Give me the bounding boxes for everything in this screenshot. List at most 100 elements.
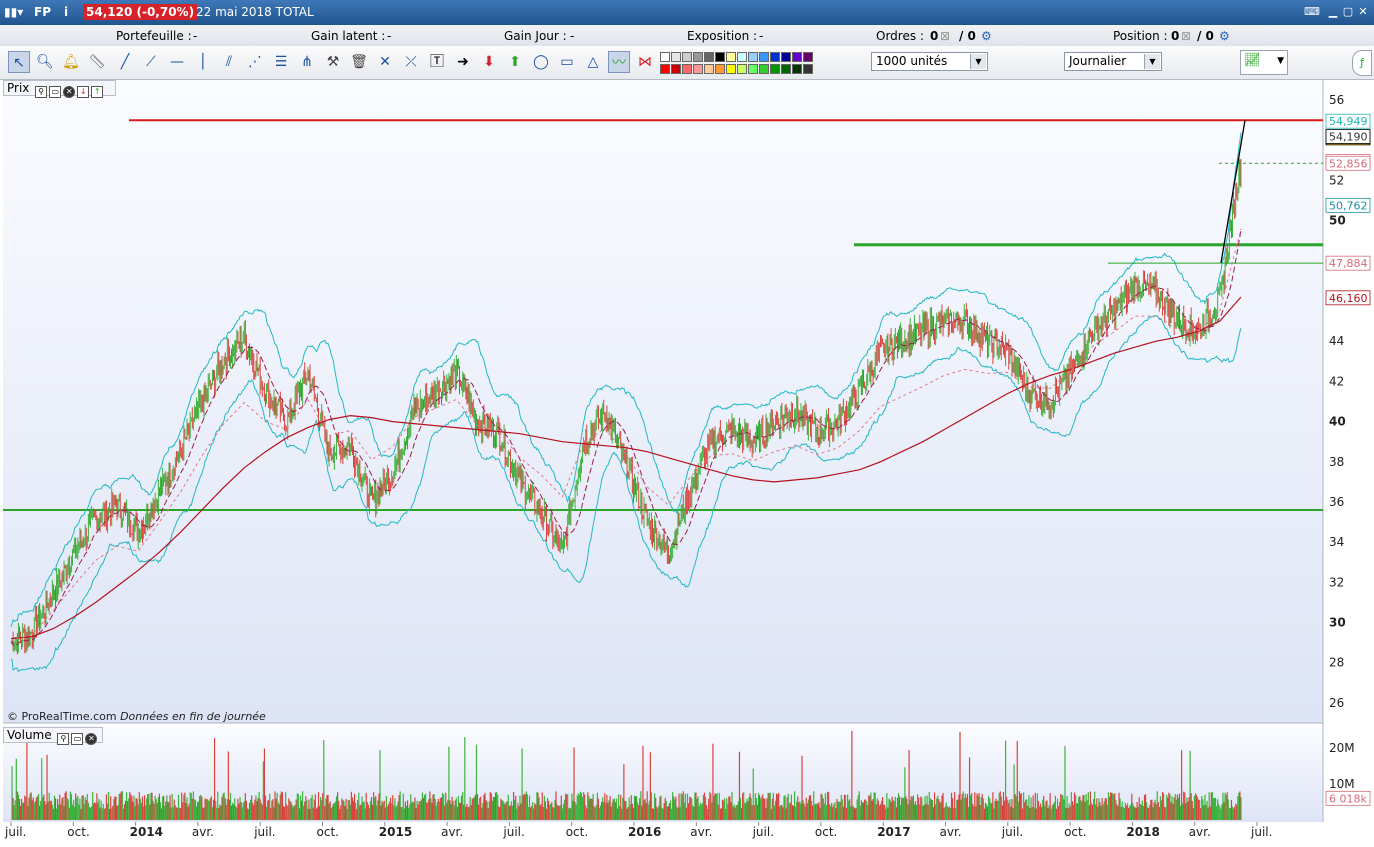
delete-icon[interactable]: 🗑︎	[348, 51, 370, 73]
horizontal-line-icon[interactable]: —	[166, 51, 188, 73]
color-swatch[interactable]	[770, 64, 780, 74]
arrow-right-icon[interactable]: ➜	[452, 51, 474, 73]
y-axis-tick-label: 44	[1329, 334, 1344, 348]
y-axis-tick-label: 50	[1329, 214, 1346, 228]
ellipse-icon[interactable]: ◯	[530, 51, 552, 73]
color-swatch[interactable]	[660, 52, 670, 62]
color-swatch[interactable]	[693, 64, 703, 74]
chevron-down-icon: ▼	[970, 54, 986, 69]
y-axis-tick-label: 26	[1329, 696, 1344, 710]
period-value: Journalier	[1069, 54, 1127, 68]
indicators-button[interactable]: 📈︎ ▼	[1240, 50, 1288, 75]
chart-type-icon[interactable]: ▮▮▾	[4, 5, 23, 19]
channel-icon[interactable]: ⫽	[218, 51, 240, 73]
vertical-line-icon[interactable]: │	[192, 51, 214, 73]
x-axis-label: avr.	[192, 825, 214, 839]
color-swatch[interactable]	[781, 52, 791, 62]
color-swatch[interactable]	[759, 52, 769, 62]
keyboard-icon[interactable]: ⌨	[1302, 6, 1322, 18]
color-swatch[interactable]	[704, 52, 714, 62]
close-panel-icon[interactable]: ✕	[85, 733, 98, 745]
tools-icon[interactable]: ⚒	[322, 51, 344, 73]
color-swatch[interactable]	[726, 64, 736, 74]
portefeuille-value: -	[193, 29, 198, 43]
color-swatch[interactable]	[748, 52, 758, 62]
price-tag-label: 46,160	[1329, 292, 1368, 305]
color-swatch[interactable]	[803, 52, 813, 62]
side-panel-toggle[interactable]: ƒ	[1352, 50, 1372, 76]
arrow-down-icon[interactable]: ⬇	[478, 51, 500, 73]
andrews-fork-icon[interactable]: ⋔	[296, 51, 318, 73]
color-palette[interactable]	[660, 52, 816, 76]
wrench-icon[interactable]: ⚲	[35, 86, 48, 98]
y-axis-tick-label: 56	[1329, 93, 1344, 107]
color-swatch[interactable]	[682, 52, 692, 62]
quantity-select[interactable]: 1000 unités ▼	[871, 52, 988, 71]
parallel-icon[interactable]: ⤫	[400, 51, 422, 73]
ordres-cancel-icon[interactable]: ⊠	[940, 29, 950, 43]
exposition-label: Exposition :	[687, 29, 758, 43]
period-select[interactable]: Journalier ▼	[1064, 52, 1162, 71]
triangle-icon[interactable]: △	[582, 51, 604, 73]
close-panel-icon[interactable]: ✕	[63, 86, 76, 98]
arrow-up-icon[interactable]: ⬆	[504, 51, 526, 73]
text-icon[interactable]: 🅃	[426, 51, 448, 73]
color-swatch[interactable]	[682, 64, 692, 74]
chart-area[interactable]: 56525044424038363432302826 54,94954,1205…	[3, 80, 1371, 844]
color-swatch[interactable]	[781, 64, 791, 74]
price-chart[interactable]: 56525044424038363432302826 54,94954,1205…	[3, 80, 1371, 844]
candle-pattern-icon[interactable]: ⋈	[634, 51, 656, 73]
ordres-label: Ordres :	[876, 29, 924, 43]
color-swatch[interactable]	[792, 52, 802, 62]
position-cancel-icon[interactable]: ⊠	[1181, 29, 1191, 43]
alert-bell-icon[interactable]: 🔔︎	[60, 51, 82, 73]
trend-indicator-icon[interactable]: 〰	[608, 51, 630, 73]
zoom-icon[interactable]: 🔍︎	[34, 51, 56, 73]
x-axis-label: 2016	[628, 825, 661, 839]
x-axis-label: juil.	[1001, 825, 1023, 839]
price-change-badge: 54,120 (-0,70%)	[83, 4, 198, 20]
maximize-icon[interactable]: ▢	[1342, 6, 1354, 18]
quantity-value: 1000 unités	[876, 54, 948, 68]
move-up-icon[interactable]: ↑	[91, 86, 104, 98]
window-icon[interactable]: ▭	[49, 86, 62, 98]
rectangle-icon[interactable]: ▭	[556, 51, 578, 73]
info-icon[interactable]: i	[64, 5, 68, 19]
close-icon[interactable]: ✕	[1357, 6, 1369, 18]
ruler-icon[interactable]: 📏︎	[86, 51, 108, 73]
pointer-icon[interactable]: ↖	[8, 51, 30, 73]
fibonacci-fan-icon[interactable]: ⋰	[244, 51, 266, 73]
fibonacci-retracement-icon[interactable]: ☰	[270, 51, 292, 73]
color-swatch[interactable]	[726, 52, 736, 62]
color-swatch[interactable]	[671, 64, 681, 74]
color-swatch[interactable]	[792, 64, 802, 74]
color-swatch[interactable]	[660, 64, 670, 74]
window-icon[interactable]: ▭	[71, 733, 84, 745]
cross-icon[interactable]: ✕	[374, 51, 396, 73]
color-swatch[interactable]	[748, 64, 758, 74]
color-swatch[interactable]	[715, 52, 725, 62]
color-swatch[interactable]	[737, 64, 747, 74]
gain-jour-value: -	[570, 29, 575, 43]
color-swatch[interactable]	[803, 64, 813, 74]
price-panel-label: Prix	[7, 81, 30, 95]
color-swatch[interactable]	[737, 52, 747, 62]
price-panel-header: Prix ⚲ ▭ ✕ ↓ ↑	[3, 80, 116, 98]
color-swatch[interactable]	[704, 64, 714, 74]
y-axis-tick-label: 42	[1329, 374, 1344, 388]
color-swatch[interactable]	[715, 64, 725, 74]
segment-icon[interactable]: ╱	[114, 51, 136, 73]
position-count: 0	[1171, 29, 1180, 43]
minimize-icon[interactable]: ▁	[1327, 6, 1339, 18]
symbol-label[interactable]: FP	[34, 5, 51, 19]
color-swatch[interactable]	[770, 52, 780, 62]
chevron-down-icon: ▼	[1144, 54, 1160, 69]
line-icon[interactable]: ⟋	[140, 51, 162, 73]
color-swatch[interactable]	[671, 52, 681, 62]
move-down-icon[interactable]: ↓	[77, 86, 90, 98]
color-swatch[interactable]	[693, 52, 703, 62]
color-swatch[interactable]	[759, 64, 769, 74]
ordres-settings-icon[interactable]: ⚙	[981, 29, 992, 43]
position-settings-icon[interactable]: ⚙	[1219, 29, 1230, 43]
wrench-icon[interactable]: ⚲	[57, 733, 70, 745]
